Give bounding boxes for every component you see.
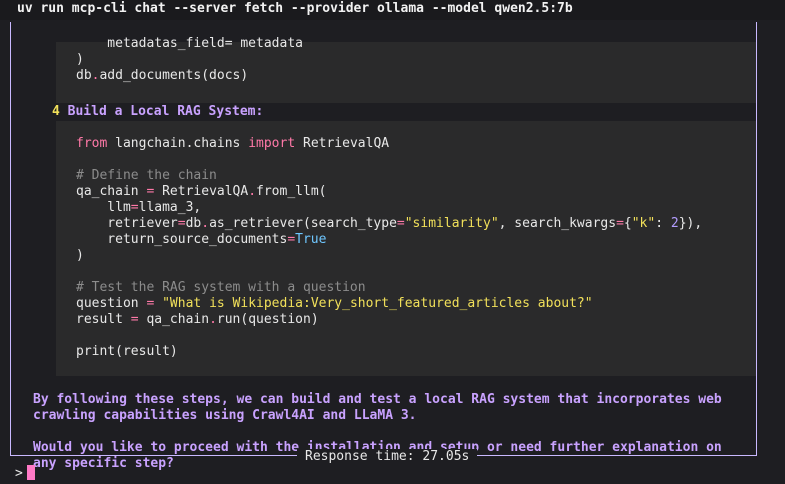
code-line: print(result) xyxy=(76,344,178,359)
code-comment: # Define the chain xyxy=(76,168,217,183)
code-line: retriever=db.as_retriever(search_type="s… xyxy=(76,216,703,231)
response-time-label: Response time: 27.05s xyxy=(297,449,478,465)
code-block-rag: from langchain.chains import RetrievalQA… xyxy=(56,121,756,376)
code-comment: # Test the RAG system with a question xyxy=(76,280,366,295)
input-prompt[interactable]: > xyxy=(15,465,35,482)
code-line: result = qa_chain.run(question) xyxy=(76,312,319,327)
step-number: 4 xyxy=(52,104,60,119)
code-line: ) xyxy=(76,52,84,67)
code-line: metadatas_field= metadata xyxy=(76,36,303,51)
code-line: from langchain.chains import RetrievalQA xyxy=(76,136,390,151)
window-title: uv run mcp-cli chat --server fetch --pro… xyxy=(0,0,785,20)
code-line: ) xyxy=(76,248,84,263)
code-line: qa_chain = RetrievalQA.from_llm( xyxy=(76,184,327,199)
summary-paragraph: By following these steps, we can build a… xyxy=(33,392,722,423)
text-cursor xyxy=(26,465,35,480)
code-block-embeddings: metadatas_field= metadata ) db.add_docum… xyxy=(56,36,756,103)
code-line: llm=llama_3, xyxy=(76,200,202,215)
code-line: db.add_documents(docs) xyxy=(76,68,249,83)
step-label: Build a Local RAG System: xyxy=(67,104,264,119)
code-line: question = "What is Wikipedia:Very_short… xyxy=(76,296,593,311)
step-heading: 4 Build a Local RAG System: xyxy=(52,104,263,120)
prompt-symbol: > xyxy=(15,466,23,481)
chat-response-panel: metadatas_field= metadata ) db.add_docum… xyxy=(10,22,757,471)
code-line: return_source_documents=True xyxy=(76,232,327,247)
